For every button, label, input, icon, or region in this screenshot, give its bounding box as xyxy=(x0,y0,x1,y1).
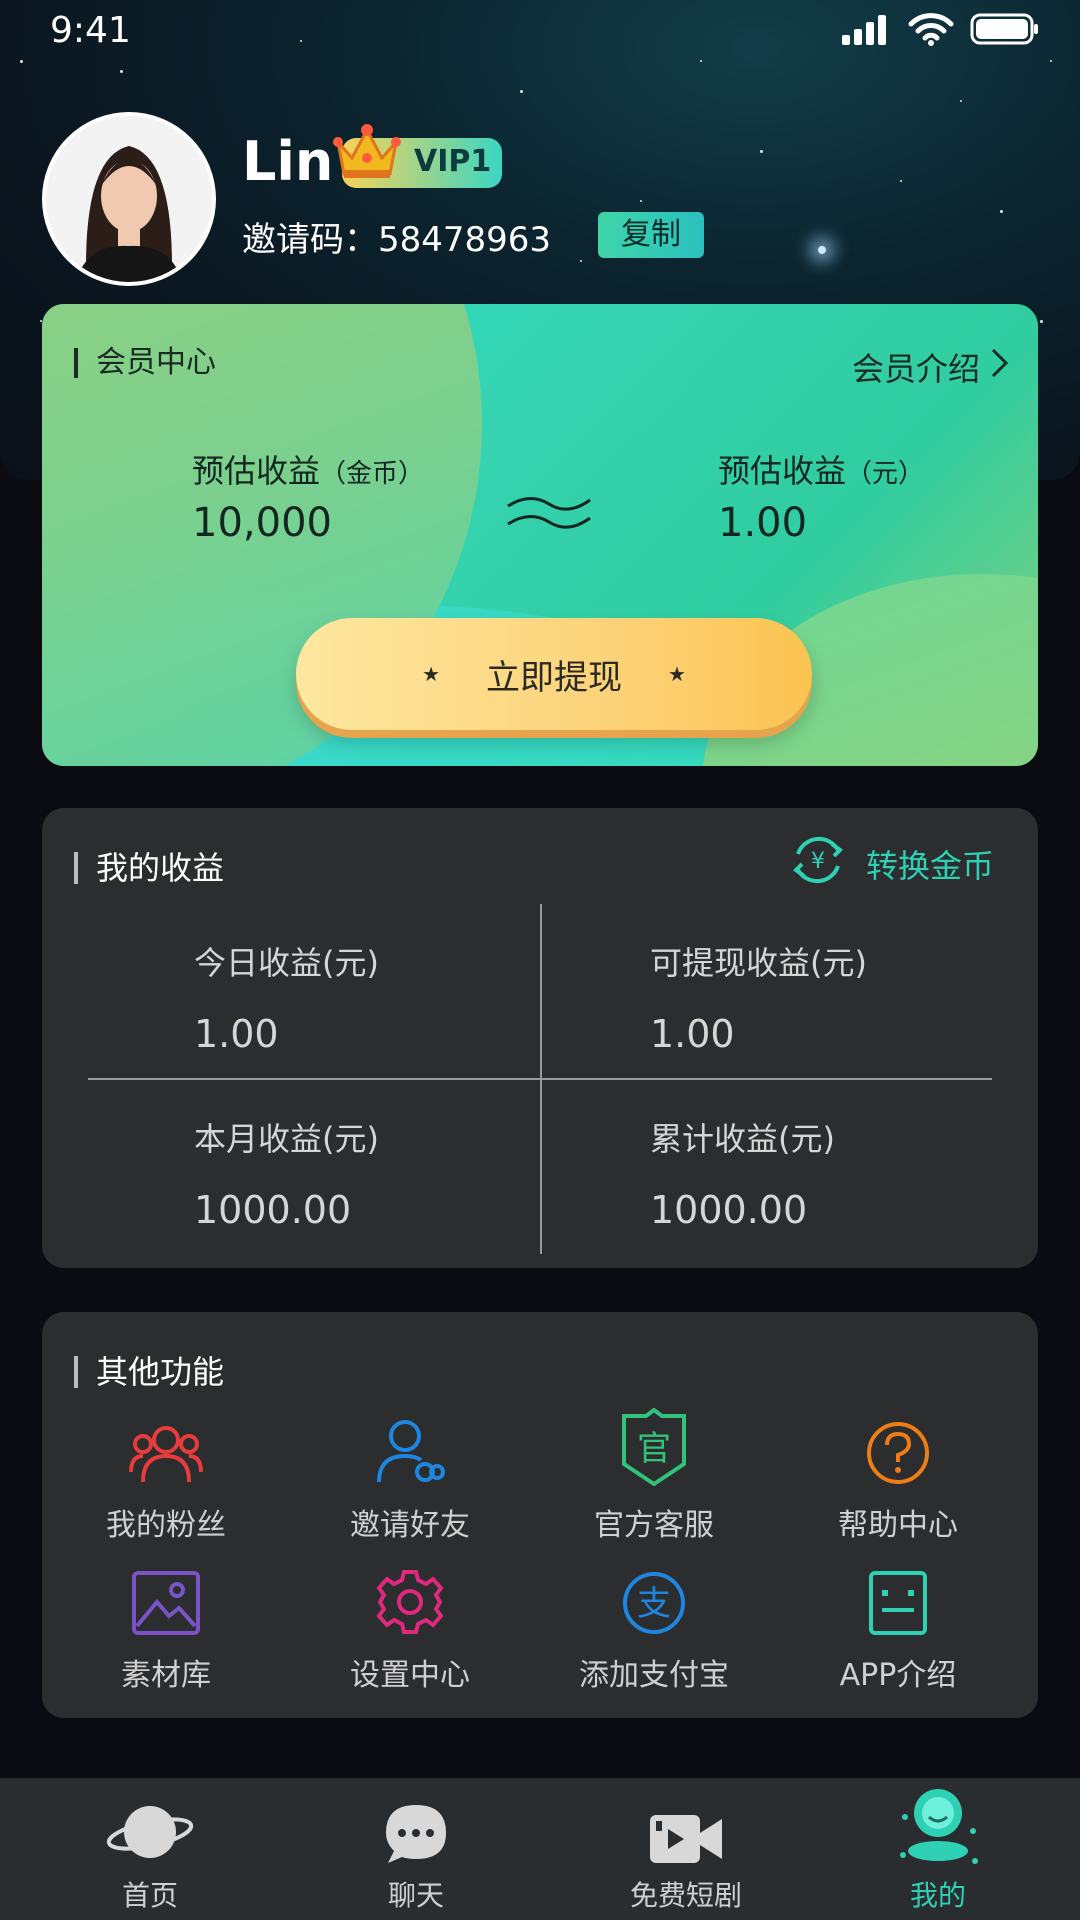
help-icon xyxy=(865,1420,931,1494)
image-library-icon xyxy=(131,1570,201,1644)
estimated-coins-unit: （金币） xyxy=(320,459,425,489)
function-my-fans[interactable]: 我的粉丝 xyxy=(56,1416,276,1544)
profile-section: Lin VIP1 邀请码：58478963 复制 xyxy=(42,112,1042,292)
withdraw-label: 立即提现 xyxy=(486,657,622,698)
tab-label: 我的 xyxy=(909,1879,966,1912)
function-help-center[interactable]: 帮助中心 xyxy=(788,1416,1008,1544)
function-official-service[interactable]: 官 官方客服 xyxy=(544,1407,764,1544)
app-intro-icon xyxy=(868,1570,928,1644)
estimated-yuan-label: 预估收益 xyxy=(718,452,847,490)
signal-icon xyxy=(840,13,892,49)
function-settings-center[interactable]: 设置中心 xyxy=(300,1566,520,1694)
alipay-icon: 支 xyxy=(621,1570,687,1644)
convert-coins-label: 转换金币 xyxy=(865,847,994,885)
estimated-coins-value: 10,000 xyxy=(192,500,332,546)
member-center-title: 会员中心 xyxy=(74,348,216,378)
status-time: 9:41 xyxy=(50,10,131,51)
function-label: 邀请好友 xyxy=(350,1508,470,1543)
tab-home[interactable]: 首页 xyxy=(50,1778,250,1914)
month-earnings-label: 本月收益(元) xyxy=(194,1120,379,1158)
copy-button[interactable]: 复制 xyxy=(598,212,704,258)
crown-icon xyxy=(332,120,402,188)
estimated-coins-label: 预估收益 xyxy=(192,452,321,490)
member-center-card: 会员中心 会员介绍 预估收益（金币） 10,000 预估收益（元） 1.00 ★… xyxy=(42,304,1038,766)
planet-icon xyxy=(105,1797,195,1874)
invite-code-row: 邀请码：58478963 xyxy=(242,212,551,261)
approx-equal-icon xyxy=(504,488,594,542)
svg-text:¥: ¥ xyxy=(811,849,825,874)
avatar[interactable] xyxy=(42,112,216,286)
function-label: 官方客服 xyxy=(594,1508,714,1543)
divider xyxy=(88,1078,992,1080)
function-app-intro[interactable]: APP介绍 xyxy=(788,1566,1008,1694)
today-earnings-label: 今日收益(元) xyxy=(194,944,379,982)
star-icon: ★ xyxy=(668,662,686,686)
function-label: APP介绍 xyxy=(839,1658,957,1693)
withdraw-button[interactable]: ★ 立即提现 ★ xyxy=(296,618,812,730)
other-functions-title: 其他功能 xyxy=(74,1356,224,1388)
vip-level-text: VIP1 xyxy=(414,144,492,179)
estimated-yuan-unit: （元） xyxy=(846,459,925,489)
my-earnings-title: 我的收益 xyxy=(74,852,224,884)
function-invite-friends[interactable]: 邀请好友 xyxy=(300,1416,520,1544)
invite-code: 58478963 xyxy=(378,220,552,260)
total-earnings: 累计收益(元) 1000.00 xyxy=(650,1114,835,1232)
today-earnings-value: 1.00 xyxy=(194,1012,279,1056)
tab-label: 首页 xyxy=(121,1879,178,1912)
estimated-coins: 预估收益（金币） 10,000 xyxy=(192,446,424,546)
function-label: 帮助中心 xyxy=(838,1508,958,1543)
tab-mine[interactable]: 我的 xyxy=(838,1778,1038,1914)
function-label: 添加支付宝 xyxy=(579,1658,729,1693)
profile-icon xyxy=(893,1781,983,1874)
other-functions-panel: 其他功能 我的粉丝 邀请好友 官 官方客服 帮助中心 素材库 设置中心 支 添加… xyxy=(42,1312,1038,1718)
total-earnings-value: 1000.00 xyxy=(650,1188,808,1232)
username: Lin xyxy=(242,130,334,193)
estimated-yuan-value: 1.00 xyxy=(718,500,808,546)
bottom-tab-bar: 首页 聊天 免费短剧 我的 xyxy=(0,1778,1080,1920)
fans-icon xyxy=(129,1422,203,1494)
battery-icon xyxy=(970,12,1040,50)
video-camera-icon xyxy=(646,1811,726,1874)
star-icon: ★ xyxy=(422,662,440,686)
svg-text:支: 支 xyxy=(637,1584,671,1624)
today-earnings: 今日收益(元) 1.00 xyxy=(194,938,379,1056)
function-add-alipay[interactable]: 支 添加支付宝 xyxy=(544,1566,764,1694)
withdrawable-earnings-value: 1.00 xyxy=(650,1012,735,1056)
settings-gear-icon xyxy=(376,1568,444,1644)
month-earnings-value: 1000.00 xyxy=(194,1188,352,1232)
function-material-library[interactable]: 素材库 xyxy=(56,1566,276,1694)
total-earnings-label: 累计收益(元) xyxy=(650,1120,835,1158)
tab-label: 免费短剧 xyxy=(629,1879,742,1912)
tab-chat[interactable]: 聊天 xyxy=(316,1778,516,1914)
tab-label: 聊天 xyxy=(387,1879,444,1912)
chevron-right-icon xyxy=(990,347,1010,387)
chat-bubble-icon xyxy=(382,1801,450,1874)
member-intro-link[interactable]: 会员介绍 xyxy=(852,344,1010,390)
function-label: 设置中心 xyxy=(350,1658,470,1693)
withdrawable-earnings-label: 可提现收益(元) xyxy=(650,944,867,982)
tab-free-short-drama[interactable]: 免费短剧 xyxy=(586,1778,786,1914)
month-earnings: 本月收益(元) 1000.00 xyxy=(194,1114,379,1232)
member-intro-label: 会员介绍 xyxy=(851,350,980,388)
convert-coins-button[interactable]: ¥ 转换金币 xyxy=(788,830,994,898)
function-label: 我的粉丝 xyxy=(106,1508,226,1543)
status-bar: 9:41 xyxy=(0,0,1080,62)
wifi-icon xyxy=(908,12,954,50)
svg-text:官: 官 xyxy=(637,1429,671,1469)
withdrawable-earnings: 可提现收益(元) 1.00 xyxy=(650,938,867,1056)
my-earnings-panel: 我的收益 ¥ 转换金币 今日收益(元) 1.00 可提现收益(元) 1.00 本… xyxy=(42,808,1038,1268)
official-service-icon: 官 xyxy=(622,1407,686,1494)
invite-friend-icon xyxy=(375,1416,445,1494)
estimated-yuan: 预估收益（元） 1.00 xyxy=(718,446,924,546)
invite-label: 邀请码： xyxy=(242,220,378,260)
function-label: 素材库 xyxy=(121,1658,211,1693)
vip-badge: VIP1 xyxy=(333,124,502,188)
yuan-exchange-icon: ¥ xyxy=(788,830,848,898)
